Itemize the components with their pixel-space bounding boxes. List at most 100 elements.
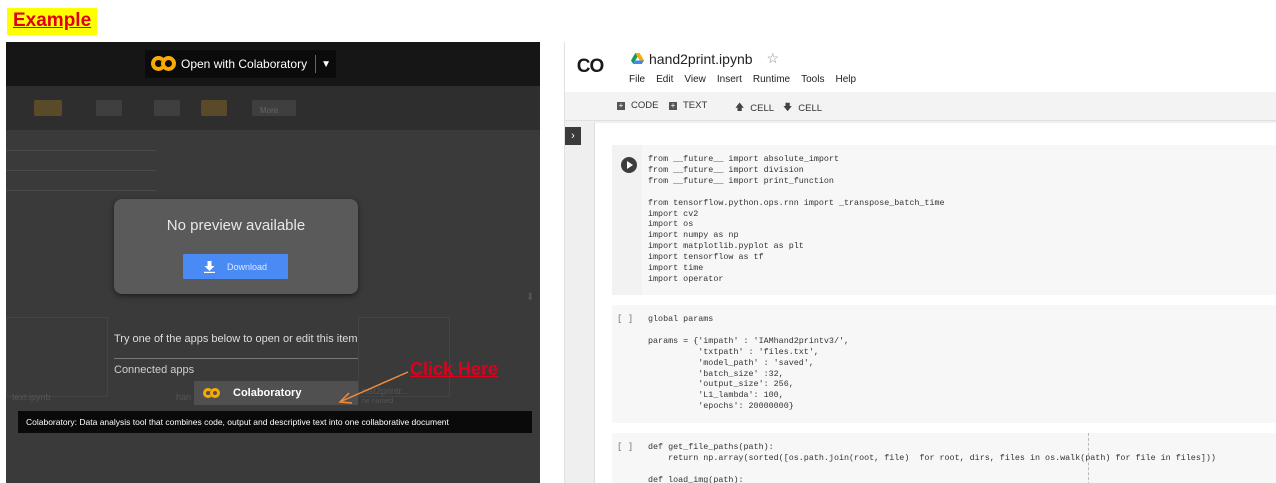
move-cell-up-button[interactable]: 🡅 CELL — [735, 100, 774, 116]
ghost-tag-button — [154, 100, 180, 116]
code-line: from __future__ import absolute_import — [648, 154, 839, 164]
menu-view[interactable]: View — [684, 74, 706, 85]
move-cell-up-label: CELL — [750, 102, 775, 114]
ghost-file-name: text.ipynb — [12, 392, 51, 402]
move-cell-down-button[interactable]: 🡇 CELL — [783, 100, 822, 116]
ghost-toolbar: More — [6, 86, 540, 130]
cell-code[interactable]: def get_file_paths(path): return np.arra… — [648, 442, 1216, 483]
ghost-color-button — [34, 100, 62, 116]
ghost-file-name: han — [176, 392, 192, 402]
ghost-more-button: More — [252, 100, 296, 116]
notebook-title-row: hand2print.ipynb ☆ — [631, 50, 779, 67]
code-line: 'txtpath' : 'files.txt', — [648, 346, 819, 357]
colab-notebook-window: CO hand2print.ipynb ☆ File Edit View Ins… — [564, 42, 1276, 483]
open-with-label: Open with Colaboratory — [181, 57, 308, 71]
cell-run-bracket[interactable]: [ ] — [617, 442, 633, 452]
ghost-more-label: More — [260, 106, 279, 115]
ghost-download-icon: ⬇ — [526, 292, 535, 303]
no-preview-message: No preview available — [166, 217, 306, 234]
plus-icon: + — [617, 100, 625, 110]
code-cell[interactable]: from __future__ import absolute_import f… — [612, 145, 1276, 295]
code-line: from tensorflow.python.ops.rnn import _t… — [648, 197, 945, 208]
colab-brand-logo[interactable]: CO — [565, 42, 615, 92]
add-code-label: CODE — [631, 100, 659, 111]
click-here-annotation: Click Here — [410, 359, 499, 379]
drive-top-bar: Open with Colaboratory ▼ — [6, 42, 540, 86]
move-cell-down-label: CELL — [798, 102, 823, 114]
code-line: 'L1_lambda': 100, — [648, 390, 784, 401]
drive-preview-panel: Open with Colaboratory ▼ More text.ipynb… — [6, 42, 540, 483]
add-text-button[interactable]: + TEXT — [669, 100, 707, 111]
code-line: 'output_size': 256, — [648, 379, 794, 390]
star-icon[interactable]: ☆ — [767, 50, 780, 67]
example-label: Example — [7, 8, 98, 35]
code-line: def get_file_paths(path): — [648, 442, 774, 452]
code-line: 'batch_size' :32, — [648, 368, 784, 379]
ghost-folder-button — [96, 100, 122, 116]
ghost-sort-button — [201, 100, 227, 116]
code-line: import os — [648, 219, 694, 230]
cell-code[interactable]: from __future__ import absolute_import f… — [648, 154, 945, 285]
cell-run-bracket[interactable]: [ ] — [617, 314, 633, 324]
download-label: Download — [226, 261, 268, 272]
arrow-up-icon: 🡅 — [735, 102, 745, 112]
code-line: import cv2 — [648, 208, 699, 219]
try-apps-text: Try one of the apps below to open or edi… — [114, 333, 358, 345]
cursor-guide-line — [1088, 433, 1089, 483]
notebook-cells-area: from __future__ import absolute_import f… — [594, 123, 1276, 483]
add-code-button[interactable]: + CODE — [617, 100, 658, 111]
run-cell-icon[interactable] — [621, 157, 637, 173]
ghost-file-name: nist2printr... — [362, 386, 409, 396]
code-line: from __future__ import division — [648, 164, 804, 175]
code-line: global params — [648, 314, 714, 324]
plus-icon: + — [669, 100, 677, 110]
open-with-colaboratory-button[interactable]: Open with Colaboratory ▼ — [145, 50, 337, 78]
sidebar-toggle-button[interactable]: › — [565, 127, 581, 145]
code-line: import numpy as np — [648, 230, 739, 241]
colaboratory-app-item[interactable]: Colaboratory — [194, 381, 358, 405]
ghost-file-card — [358, 317, 450, 397]
apps-divider — [114, 358, 358, 359]
notebook-toolbar: + CODE + TEXT 🡅 CELL 🡇 CELL — [565, 92, 1276, 121]
google-drive-icon — [631, 53, 644, 64]
code-line: import time — [648, 263, 704, 274]
code-cell[interactable]: [ ] global params params = {'impath' : '… — [612, 305, 1276, 423]
code-line: import matplotlib.pyplot as plt — [648, 241, 804, 252]
menu-bar: File Edit View Insert Runtime Tools Help — [629, 74, 867, 85]
add-text-label: TEXT — [683, 100, 708, 111]
code-line: import tensorflow as tf — [648, 252, 764, 263]
chevron-down-icon[interactable]: ▼ — [316, 59, 336, 70]
download-button[interactable]: Download — [183, 254, 288, 279]
ghost-row-line — [6, 150, 156, 151]
menu-file[interactable]: File — [629, 74, 645, 85]
notebook-body: › from __future__ import absolute_import… — [565, 121, 1276, 483]
code-line: 'epochs': 20000000} — [648, 401, 794, 412]
colab-logo-icon — [203, 388, 220, 398]
colab-header: CO hand2print.ipynb ☆ File Edit View Ins… — [565, 42, 1276, 92]
code-line: 'model_path' : 'saved', — [648, 357, 814, 368]
download-icon — [203, 260, 215, 273]
menu-help[interactable]: Help — [835, 74, 856, 85]
menu-tools[interactable]: Tools — [801, 74, 824, 85]
ghost-row-line — [6, 170, 156, 171]
code-line: params = {'impath' : 'IAMhand2printv3/', — [648, 335, 850, 346]
cell-code[interactable]: global params params = {'impath' : 'IAMh… — [648, 314, 849, 412]
arrow-down-icon: 🡇 — [783, 102, 793, 112]
code-line: return np.array(sorted([os.path.join(roo… — [648, 452, 1216, 463]
colaboratory-app-label: Colaboratory — [233, 387, 302, 399]
colab-logo-icon — [151, 56, 177, 72]
menu-runtime[interactable]: Runtime — [753, 74, 790, 85]
code-cell[interactable]: [ ] def get_file_paths(path): return np.… — [612, 433, 1276, 483]
menu-insert[interactable]: Insert — [717, 74, 742, 85]
notebook-title[interactable]: hand2print.ipynb — [649, 51, 753, 67]
menu-edit[interactable]: Edit — [656, 74, 673, 85]
ghost-file-sub: ne named — [362, 398, 394, 405]
code-line: def load_img(path): — [648, 474, 744, 483]
ghost-file-card — [6, 317, 108, 397]
connected-apps-heading: Connected apps — [114, 364, 195, 376]
no-preview-dialog: No preview available Download — [114, 199, 358, 294]
app-tooltip: Colaboratory: Data analysis tool that co… — [18, 411, 532, 433]
code-line: import operator — [648, 273, 724, 284]
code-line: from __future__ import print_function — [648, 175, 834, 186]
ghost-row-line — [6, 190, 156, 191]
